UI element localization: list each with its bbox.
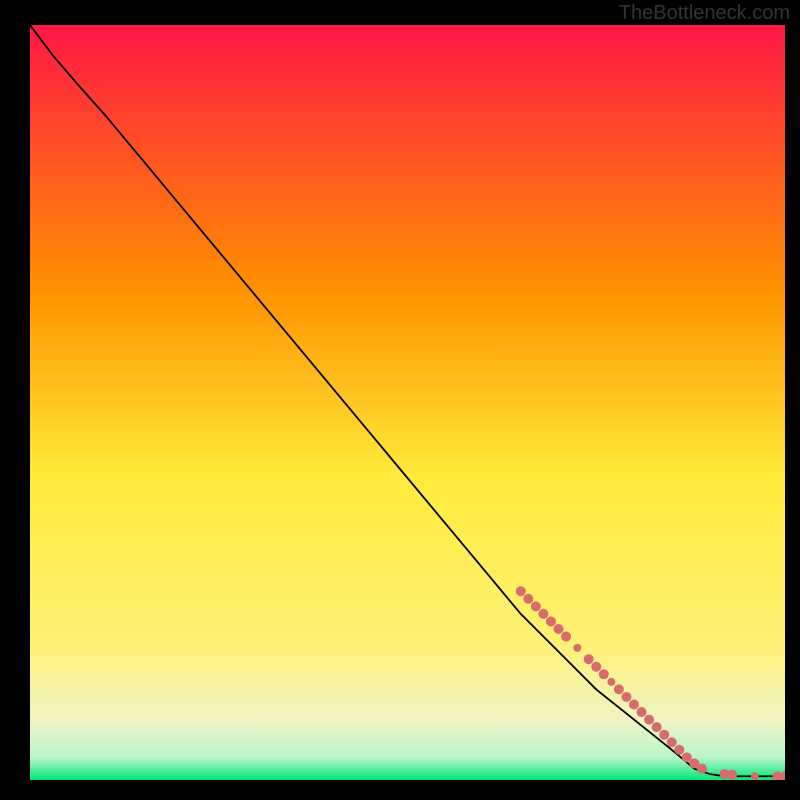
gradient-background [30,25,785,780]
data-marker [727,770,737,780]
data-marker [531,601,541,611]
data-marker [584,654,594,664]
data-marker [614,684,624,694]
data-marker [629,700,639,710]
data-marker [523,594,533,604]
data-marker [591,662,601,672]
data-marker [607,678,615,686]
data-marker [516,586,526,596]
chart-svg [30,25,785,780]
data-marker [546,616,556,626]
data-marker [561,632,571,642]
chart-area [30,25,785,780]
data-marker [697,764,707,774]
data-marker [538,609,548,619]
data-marker [554,624,564,634]
data-marker [674,745,684,755]
data-marker [573,644,581,652]
data-marker [659,730,669,740]
data-marker [667,737,677,747]
data-marker [621,692,631,702]
data-marker [751,772,759,780]
data-marker [637,707,647,717]
data-marker [652,722,662,732]
data-marker [644,715,654,725]
attribution-text: TheBottleneck.com [619,2,790,25]
data-marker [599,669,609,679]
